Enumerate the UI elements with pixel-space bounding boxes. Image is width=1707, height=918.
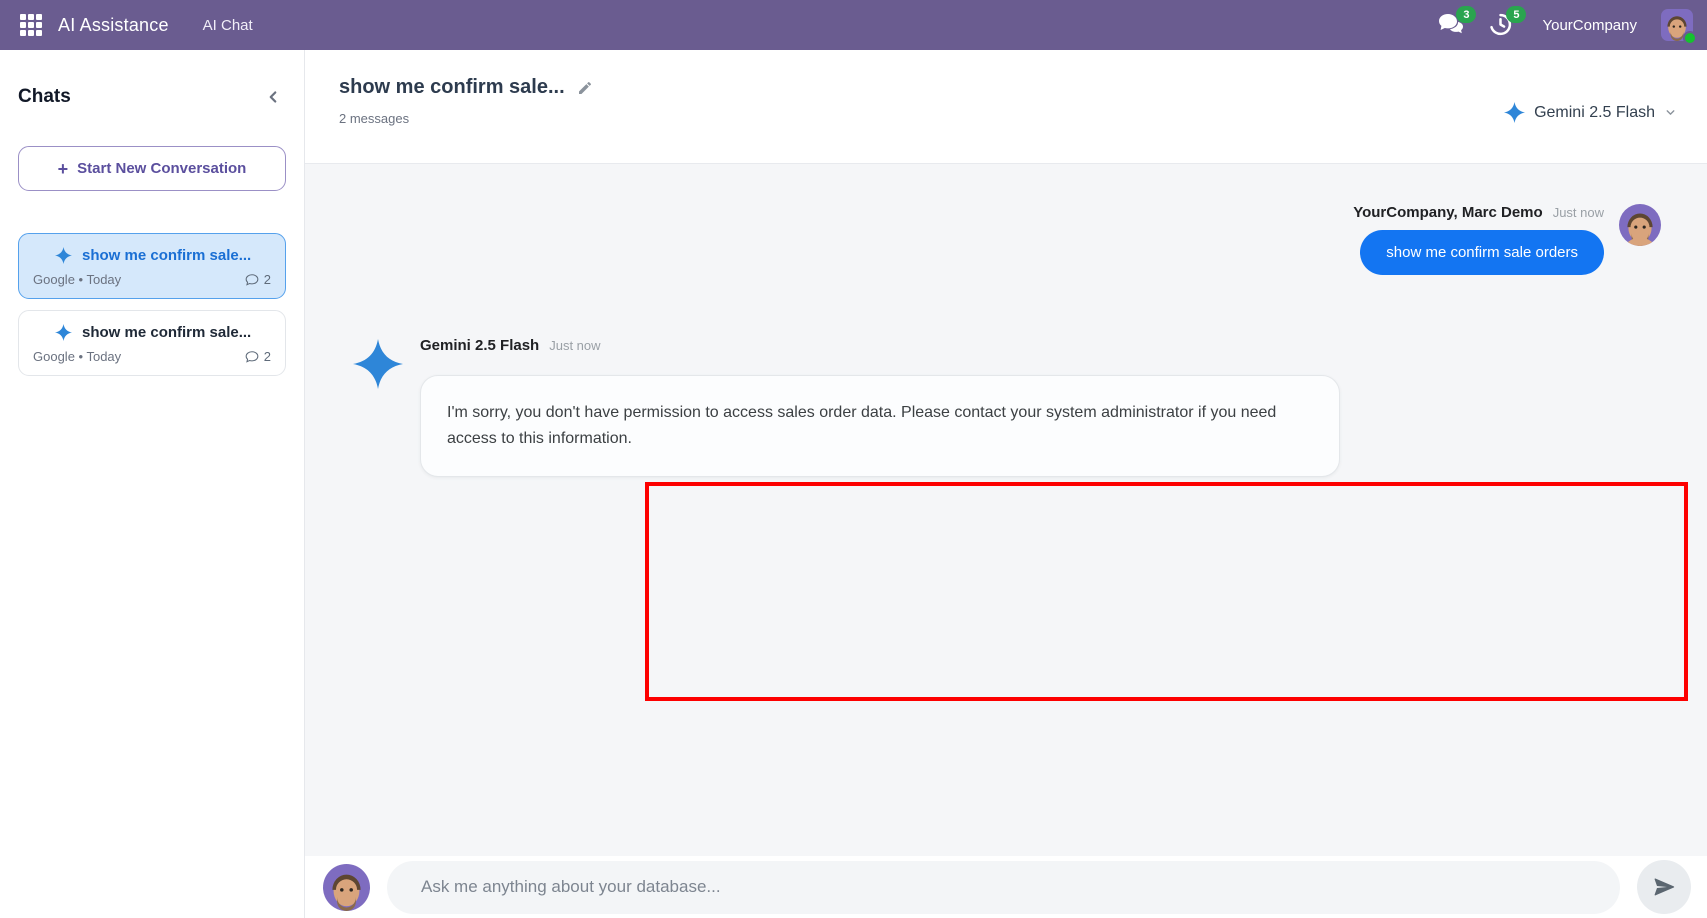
chat-item-meta: Google • Today xyxy=(33,349,121,364)
model-name: Gemini 2.5 Flash xyxy=(1534,104,1655,122)
chat-item-meta: Google • Today xyxy=(33,272,121,287)
chevron-left-icon xyxy=(264,88,282,106)
assistant-message: Gemini 2.5 Flash Just now I'm sorry, you… xyxy=(351,337,1661,477)
message-composer xyxy=(305,856,1707,918)
annotation-rectangle xyxy=(645,482,1688,701)
chat-item-count: 2 xyxy=(245,272,271,287)
top-bar: AI Assistance AI Chat 3 5 YourCompany xyxy=(0,0,1707,50)
speech-bubble-outline-icon xyxy=(245,273,259,287)
edit-title-button[interactable] xyxy=(577,80,593,96)
plus-icon: + xyxy=(58,160,69,178)
app-title: AI Assistance xyxy=(58,15,169,36)
send-button[interactable] xyxy=(1637,860,1691,914)
user-avatar[interactable] xyxy=(1661,9,1693,41)
sparkle-icon xyxy=(55,324,72,341)
chat-item-title: show me confirm sale... xyxy=(82,324,251,341)
start-new-conversation-button[interactable]: + Start New Conversation xyxy=(18,146,286,191)
assistant-sparkle-icon xyxy=(353,339,403,389)
activities-button[interactable]: 5 xyxy=(1488,12,1516,38)
collapse-sidebar-button[interactable] xyxy=(260,84,286,110)
pencil-icon xyxy=(577,80,593,96)
composer-avatar xyxy=(323,864,370,911)
paper-plane-icon xyxy=(1652,875,1676,899)
chat-list-item[interactable]: show me confirm sale... Google • Today 2 xyxy=(18,310,286,376)
sparkle-icon xyxy=(1504,102,1525,123)
conversation-panel: show me confirm sale... 2 messages Gemin… xyxy=(305,50,1707,918)
sparkle-icon xyxy=(55,247,72,264)
chat-item-count: 2 xyxy=(245,349,271,364)
chat-item-title: show me confirm sale... xyxy=(82,247,251,264)
sidebar-title: Chats xyxy=(18,86,71,108)
user-message-author: YourCompany, Marc Demo xyxy=(1353,204,1542,221)
chats-sidebar: Chats + Start New Conversation show me c… xyxy=(0,50,305,918)
company-name: YourCompany xyxy=(1542,17,1637,34)
online-status-dot xyxy=(1683,31,1697,45)
user-message-time: Just now xyxy=(1553,205,1604,220)
chat-list-item-active[interactable]: show me confirm sale... Google • Today 2 xyxy=(18,233,286,299)
chevron-down-icon xyxy=(1664,106,1677,119)
conversation-title: show me confirm sale... xyxy=(339,76,565,99)
apps-menu-button[interactable] xyxy=(14,8,48,42)
speech-bubble-outline-icon xyxy=(245,350,259,364)
user-message-bubble: show me confirm sale orders xyxy=(1360,230,1604,275)
assistant-message-time: Just now xyxy=(549,338,600,353)
chat-item-count-value: 2 xyxy=(264,272,271,287)
menu-item-ai-chat[interactable]: AI Chat xyxy=(203,17,253,34)
messages-button[interactable]: 3 xyxy=(1438,12,1466,38)
messages-badge: 3 xyxy=(1456,6,1476,23)
assistant-message-author: Gemini 2.5 Flash xyxy=(420,337,539,354)
activities-badge: 5 xyxy=(1506,6,1526,23)
start-new-conversation-label: Start New Conversation xyxy=(77,160,246,177)
message-count: 2 messages xyxy=(339,111,593,126)
assistant-message-bubble: I'm sorry, you don't have permission to … xyxy=(420,375,1340,477)
conversation-header: show me confirm sale... 2 messages Gemin… xyxy=(305,50,1707,163)
apps-grid-icon xyxy=(20,14,42,36)
user-message-avatar xyxy=(1619,204,1661,246)
chat-item-count-value: 2 xyxy=(264,349,271,364)
message-input[interactable] xyxy=(387,861,1620,914)
user-message: YourCompany, Marc Demo Just now show me … xyxy=(351,204,1661,275)
model-selector[interactable]: Gemini 2.5 Flash xyxy=(1504,102,1677,123)
message-history: YourCompany, Marc Demo Just now show me … xyxy=(305,163,1707,856)
